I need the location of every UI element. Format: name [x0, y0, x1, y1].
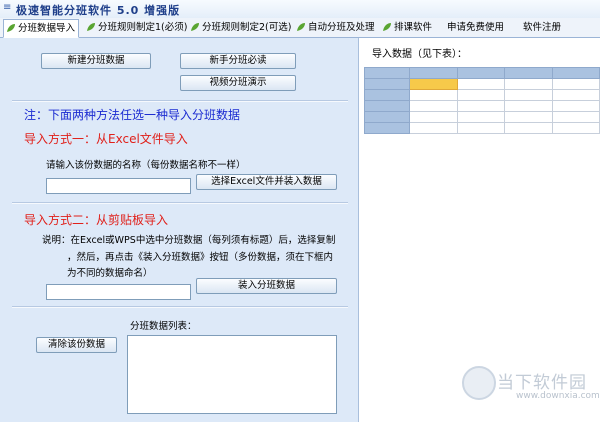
data-grid[interactable] — [363, 67, 600, 134]
leaf-icon — [87, 23, 95, 31]
grid-row — [363, 122, 600, 134]
grid-cell[interactable] — [504, 78, 553, 90]
tab-strip: 分班数据导入 分班规则制定1(必须) 分班规则制定2(可选) 自动分班及处理 排… — [0, 18, 600, 38]
video-demo-button[interactable]: 视频分班演示 — [180, 75, 296, 91]
method2-desc-line1: 说明：在Excel或WPS中选中分班数据（每列须有标题）后，选择复制 — [42, 235, 336, 246]
grid-row — [363, 111, 600, 123]
clear-data-button[interactable]: 清除该份数据 — [36, 337, 117, 353]
grid-cell-selected[interactable] — [409, 78, 458, 90]
title-bar: ≡ 极速智能分班软件 5.0 增强版 — [0, 0, 600, 19]
method1-name-input[interactable] — [46, 178, 191, 194]
grid-cell[interactable] — [504, 122, 553, 134]
method2-name-input[interactable] — [46, 284, 191, 300]
grid-cell[interactable] — [551, 100, 600, 112]
leaf-icon — [383, 23, 391, 31]
data-list-label: 分班数据列表： — [130, 321, 197, 332]
grid-cell[interactable] — [551, 122, 600, 134]
grid-row-header[interactable] — [363, 111, 411, 123]
grid-row-header[interactable] — [363, 89, 411, 101]
tab-data-import[interactable]: 分班数据导入 — [3, 19, 79, 38]
grid-corner — [363, 67, 411, 79]
grid-cell[interactable] — [456, 78, 506, 90]
grid-cell[interactable] — [551, 89, 600, 101]
select-excel-button[interactable]: 选择Excel文件并装入数据 — [196, 174, 337, 190]
grid-cell[interactable] — [551, 78, 600, 90]
tab-label: 申请免费使用 — [447, 22, 505, 33]
divider — [12, 202, 348, 204]
grid-cell[interactable] — [456, 100, 506, 112]
tab-register[interactable]: 软件注册 — [523, 19, 571, 36]
import-note: 注：下面两种方法任选一种导入分班数据 — [24, 108, 241, 122]
divider — [12, 100, 348, 102]
leaf-icon — [191, 23, 199, 31]
tab-label: 软件注册 — [523, 22, 562, 33]
grid-cell[interactable] — [409, 122, 458, 134]
new-data-button[interactable]: 新建分班数据 — [41, 53, 151, 69]
grid-row-header[interactable] — [363, 122, 411, 134]
tab-scheduling[interactable]: 排课软件 — [380, 19, 438, 36]
divider — [12, 306, 348, 308]
grid-cell[interactable] — [409, 111, 458, 123]
tab-label: 分班规则制定2(可选) — [202, 22, 292, 33]
grid-cell[interactable] — [551, 111, 600, 123]
grid-row — [363, 78, 600, 90]
leaf-icon — [7, 24, 15, 32]
grid-cell[interactable] — [504, 89, 553, 101]
grid-label: 导入数据（见下表）： — [372, 49, 467, 60]
grid-column-header[interactable] — [409, 67, 458, 79]
tab-rules-1[interactable]: 分班规则制定1(必须) — [84, 19, 188, 36]
watermark-text: 当下软件园 — [497, 373, 587, 393]
grid-cell[interactable] — [409, 100, 458, 112]
data-list-box[interactable] — [127, 335, 337, 414]
method1-prompt: 请输入该份数据的名称（每份数据名称不一样） — [46, 160, 246, 171]
watermark-logo-icon — [462, 366, 496, 400]
grid-cell[interactable] — [409, 89, 458, 101]
grid-row-header[interactable] — [363, 78, 411, 90]
window-title: 极速智能分班软件 5.0 增强版 — [16, 4, 181, 17]
tab-auto-assign[interactable]: 自动分班及处理 — [294, 19, 378, 36]
grid-cell[interactable] — [456, 111, 506, 123]
grid-cell[interactable] — [504, 111, 553, 123]
novice-guide-button[interactable]: 新手分班必读 — [180, 53, 296, 69]
grid-row — [363, 89, 600, 101]
method2-desc-line3: 为不同的数据命名） — [67, 268, 153, 279]
tab-label: 分班数据导入 — [18, 23, 76, 34]
leaf-icon — [297, 23, 305, 31]
grid-header-row — [363, 67, 600, 79]
grid-row-header[interactable] — [363, 100, 411, 112]
tab-label: 自动分班及处理 — [308, 22, 375, 33]
grid-row — [363, 100, 600, 112]
grid-cell[interactable] — [504, 100, 553, 112]
method1-title: 导入方式一：从Excel文件导入 — [24, 132, 188, 146]
watermark-url: www.downxia.com — [516, 391, 600, 401]
grid-cell[interactable] — [456, 89, 506, 101]
grid-cell[interactable] — [456, 122, 506, 134]
tab-label: 分班规则制定1(必须) — [98, 22, 188, 33]
grid-column-header[interactable] — [551, 67, 600, 79]
grid-column-header[interactable] — [504, 67, 553, 79]
method2-title: 导入方式二：从剪贴板导入 — [24, 213, 169, 227]
method2-desc-line2: ，然后，再点击《装入分班数据》按钮（多份数据，须在下框内 — [67, 252, 334, 263]
grid-column-header[interactable] — [456, 67, 506, 79]
tab-label: 排课软件 — [394, 22, 433, 33]
tab-free-trial[interactable]: 申请免费使用 — [447, 19, 509, 36]
tab-rules-2[interactable]: 分班规则制定2(可选) — [188, 19, 292, 36]
load-data-button[interactable]: 装入分班数据 — [196, 278, 337, 294]
app-menu-icon[interactable]: ≡ — [3, 3, 13, 13]
